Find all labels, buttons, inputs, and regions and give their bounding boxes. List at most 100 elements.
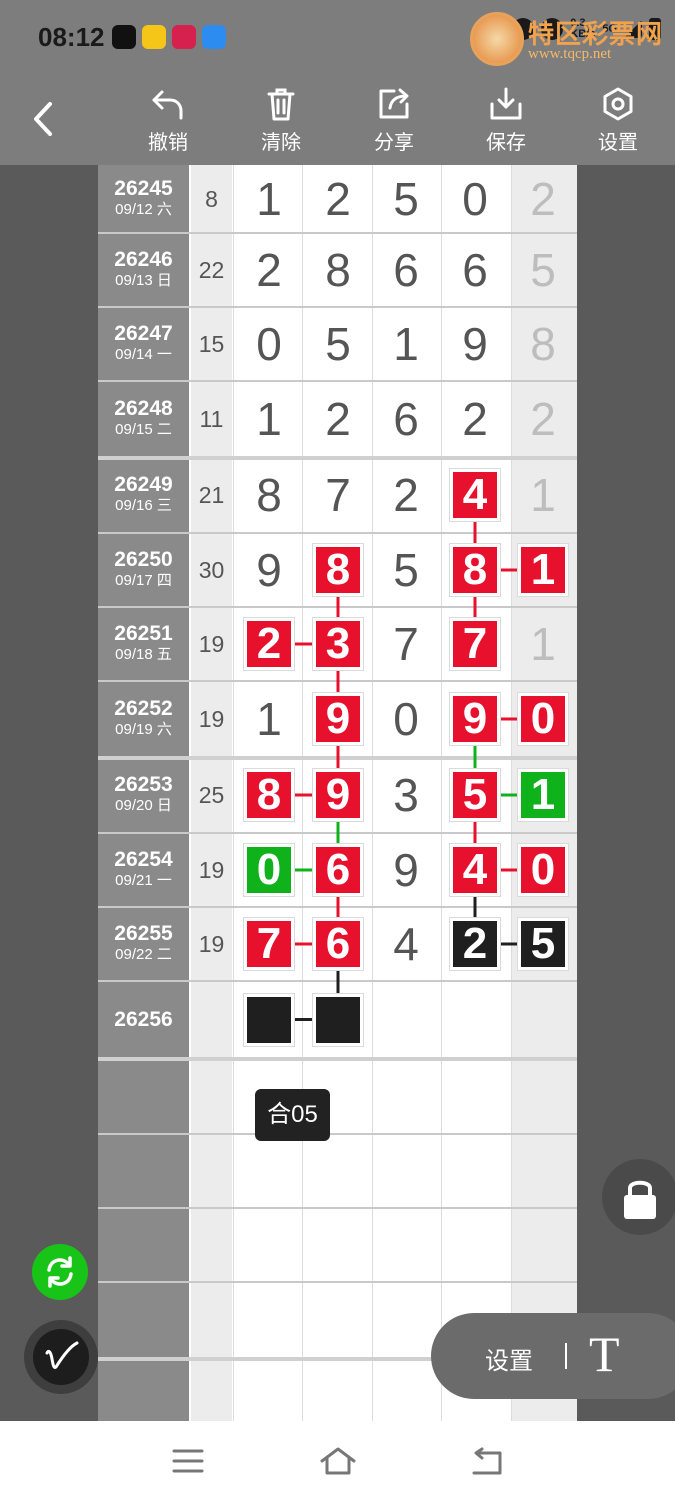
digit-cell[interactable]: 1	[515, 467, 571, 523]
marked-digit-red[interactable]: 5	[450, 769, 500, 821]
status-time: 08:12	[38, 22, 105, 52]
settings-button[interactable]: 设置	[573, 86, 663, 155]
marked-digit-red[interactable]: 4	[450, 469, 500, 521]
digit-cell[interactable]: 1	[241, 391, 297, 447]
marked-digit-red[interactable]: 6	[313, 918, 363, 970]
digit-cell[interactable]: 0	[447, 171, 503, 227]
digit-cell[interactable]: 2	[241, 242, 297, 298]
period-date: 09/13 日	[115, 272, 172, 289]
pen-button[interactable]	[24, 1320, 98, 1394]
period-number: 26256	[114, 1007, 173, 1031]
back-nav-icon[interactable]	[468, 1447, 504, 1477]
digit-cell[interactable]: 6	[378, 391, 434, 447]
digit-cell[interactable]: 8	[310, 242, 366, 298]
watermark-url: www.tqcp.net	[528, 46, 612, 62]
marked-digit-green[interactable]: 1	[518, 769, 568, 821]
digit-cell[interactable]: 1	[241, 691, 297, 747]
sum-value: 8	[205, 186, 218, 212]
digit-cell[interactable]: 2	[310, 171, 366, 227]
settings-label: 设置	[598, 132, 638, 154]
digit-cell[interactable]: 9	[378, 842, 434, 898]
digit-cell[interactable]: 9	[447, 316, 503, 372]
digit-cell[interactable]: 5	[310, 316, 366, 372]
digit-cell[interactable]: 6	[447, 242, 503, 298]
digit-cell[interactable]: 4	[378, 916, 434, 972]
marked-digit-red[interactable]: 9	[450, 693, 500, 745]
marked-digit-red[interactable]: 4	[450, 844, 500, 896]
back-button[interactable]	[26, 98, 64, 140]
marked-digit-red[interactable]: 8	[244, 769, 294, 821]
period-date: 09/16 三	[115, 497, 172, 514]
column-divider	[441, 165, 442, 1421]
bottom-settings-button[interactable]: 设置	[485, 1341, 533, 1376]
digit-cell[interactable]: 6	[378, 242, 434, 298]
digit-cell[interactable]: 2	[378, 467, 434, 523]
digit-cell[interactable]: 5	[378, 542, 434, 598]
marked-digit-black[interactable]: 2	[450, 918, 500, 970]
lock-icon	[624, 1180, 656, 1219]
digit-cell[interactable]: 8	[241, 467, 297, 523]
undo-label: 撤销	[148, 132, 188, 154]
digit-cell[interactable]: 1	[378, 316, 434, 372]
period-date: 09/19 六	[115, 721, 172, 738]
row-divider	[98, 756, 577, 760]
marked-digit-red[interactable]: 9	[313, 769, 363, 821]
digit-cell[interactable]	[447, 992, 503, 1048]
digit-cell[interactable]: 7	[378, 616, 434, 672]
marked-digit-red[interactable]: 1	[518, 544, 568, 596]
marked-digit-black[interactable]	[244, 993, 294, 1046]
lock-button[interactable]	[602, 1159, 675, 1235]
text-T-icon: T	[589, 1326, 620, 1382]
sync-button[interactable]	[32, 1244, 88, 1300]
marked-digit-red[interactable]: 0	[518, 844, 568, 896]
period-cell: 26254 09/21 一	[98, 848, 189, 890]
marked-digit-red[interactable]: 8	[450, 544, 500, 596]
share-button[interactable]: 分享	[349, 86, 439, 155]
marked-digit-black[interactable]	[313, 993, 363, 1046]
digit-cell[interactable]: 0	[241, 316, 297, 372]
digit-cell[interactable]: 1	[241, 171, 297, 227]
period-cell: 26255 09/22 二	[98, 922, 189, 964]
marked-digit-black[interactable]: 5	[518, 918, 568, 970]
digit-cell[interactable]: 9	[241, 542, 297, 598]
row-divider	[98, 380, 577, 382]
undo-button[interactable]: 撤销	[123, 86, 213, 155]
left-margin	[0, 165, 98, 1421]
system-nav-bar	[0, 1421, 675, 1500]
marked-digit-red[interactable]: 3	[313, 618, 363, 670]
digit-cell[interactable]: 1	[515, 616, 571, 672]
marked-digit-red[interactable]: 6	[313, 844, 363, 896]
save-label: 保存	[486, 132, 526, 154]
marked-digit-red[interactable]: 8	[313, 544, 363, 596]
share-label: 分享	[374, 132, 414, 154]
marked-digit-red[interactable]: 2	[244, 618, 294, 670]
period-date: 09/15 二	[115, 421, 172, 438]
digit-cell[interactable]: 5	[515, 242, 571, 298]
marked-digit-red[interactable]: 7	[450, 618, 500, 670]
row-divider	[98, 980, 577, 982]
digit-cell[interactable]: 2	[447, 391, 503, 447]
digit-cell[interactable]: 3	[378, 767, 434, 823]
marked-digit-green[interactable]: 0	[244, 844, 294, 896]
marked-digit-red[interactable]: 0	[518, 693, 568, 745]
digit-cell[interactable]: 5	[378, 171, 434, 227]
digit-cell[interactable]	[378, 992, 434, 1048]
sum-value: 19	[198, 931, 225, 957]
digit-cell[interactable]: 2	[515, 171, 571, 227]
menu-icon[interactable]	[170, 1447, 206, 1475]
hexagon-gear-icon	[603, 87, 633, 121]
period-number: 26245	[114, 177, 173, 200]
marked-digit-red[interactable]: 9	[313, 693, 363, 745]
digit-cell[interactable]: 2	[515, 391, 571, 447]
digit-cell[interactable]: 0	[378, 691, 434, 747]
marked-digit-red[interactable]: 7	[244, 918, 294, 970]
digit-cell[interactable]: 8	[515, 316, 571, 372]
digit-cell[interactable]: 7	[310, 467, 366, 523]
home-icon[interactable]	[318, 1445, 358, 1477]
save-button[interactable]: 保存	[461, 86, 551, 155]
digit-cell[interactable]	[515, 992, 571, 1048]
digit-cell[interactable]: 2	[310, 391, 366, 447]
text-tool-button[interactable]: T	[589, 1325, 620, 1383]
clear-button[interactable]: 清除	[236, 86, 326, 155]
chevron-left-icon	[34, 102, 52, 136]
